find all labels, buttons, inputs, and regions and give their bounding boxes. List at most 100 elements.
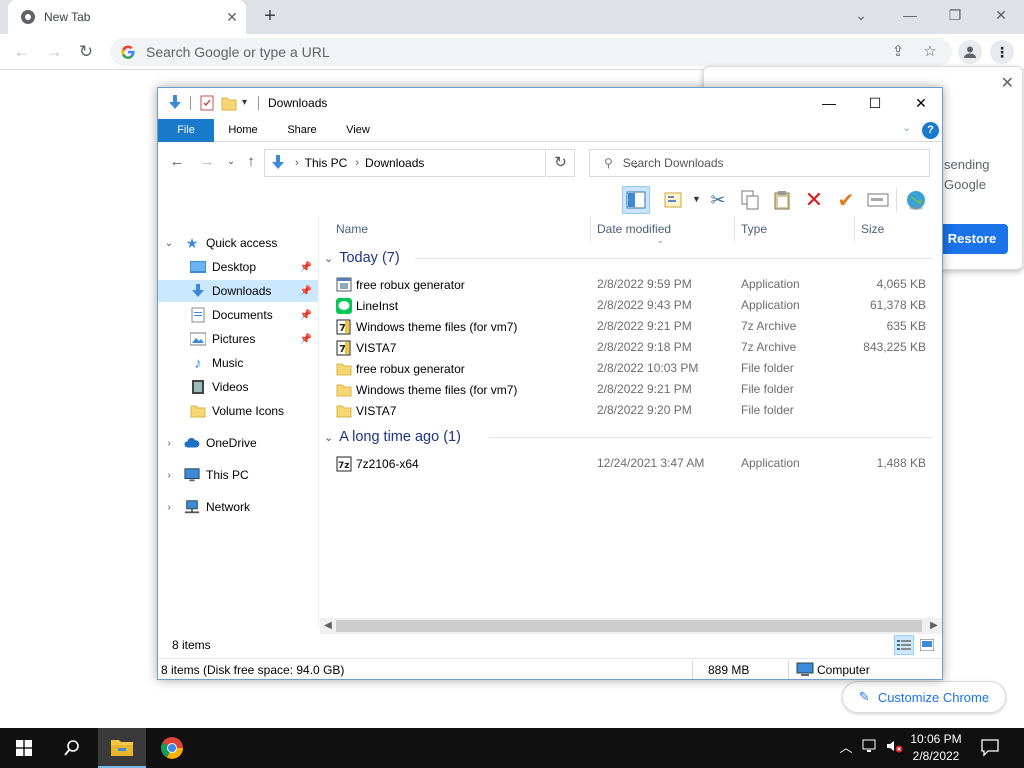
collapsed-chevron-icon[interactable]: › bbox=[164, 470, 174, 481]
search-field[interactable]: ⚲ Search Downloads bbox=[589, 149, 930, 177]
file-explorer-taskbar-button[interactable] bbox=[98, 728, 146, 768]
file-row[interactable]: 7 VISTA7 2/8/2022 9:18 PM 7z Archive 843,225… bbox=[320, 337, 942, 358]
copy-icon[interactable] bbox=[736, 186, 764, 214]
horizontal-scrollbar[interactable]: ◀ ▶ bbox=[320, 618, 942, 634]
pin-icon[interactable]: 📌 bbox=[300, 334, 312, 345]
group-header[interactable]: ⌄ Today (7) bbox=[324, 248, 400, 268]
forward-arrow-icon[interactable]: → bbox=[196, 151, 218, 173]
nav-item-documents[interactable]: Documents 📌 bbox=[158, 304, 318, 326]
tab-view[interactable]: View bbox=[336, 119, 380, 142]
recent-locations-icon[interactable]: ⌄ bbox=[220, 151, 242, 173]
restore-window-button[interactable]: ❐ bbox=[932, 4, 978, 28]
refresh-button[interactable]: ↻ bbox=[547, 149, 575, 177]
omnibox[interactable]: Search Google or type a URL bbox=[110, 38, 952, 66]
popup-close-icon[interactable]: ✕ bbox=[1001, 73, 1014, 93]
help-icon[interactable]: ? bbox=[922, 122, 939, 139]
nav-item-videos[interactable]: Videos bbox=[158, 376, 318, 398]
cut-icon[interactable]: ✂ bbox=[704, 186, 732, 214]
preview-pane-icon[interactable] bbox=[622, 186, 650, 214]
nav-item-volume-icons[interactable]: Volume Icons bbox=[158, 400, 318, 422]
paste-icon[interactable] bbox=[768, 186, 796, 214]
breadcrumb-this-pc[interactable]: This PC bbox=[305, 156, 348, 170]
minimize-button[interactable]: — bbox=[887, 4, 933, 28]
bookmark-star-icon[interactable]: ☆ bbox=[918, 40, 942, 64]
forward-button[interactable]: → bbox=[42, 40, 66, 64]
tab-close-icon[interactable]: ✕ bbox=[224, 9, 240, 25]
pin-icon[interactable]: 📌 bbox=[300, 286, 312, 297]
large-icons-view-icon[interactable] bbox=[917, 635, 937, 655]
nav-this-pc[interactable]: › This PC bbox=[158, 464, 318, 486]
nav-item-pictures[interactable]: Pictures 📌 bbox=[158, 328, 318, 350]
customize-chrome-button[interactable]: ✎ Customize Chrome bbox=[842, 681, 1006, 713]
column-header-name[interactable]: Name bbox=[330, 216, 584, 242]
properties-icon[interactable] bbox=[198, 94, 216, 112]
scroll-right-arrow-icon[interactable]: ▶ bbox=[927, 619, 941, 633]
scroll-left-arrow-icon[interactable]: ◀ bbox=[321, 619, 335, 633]
expanded-chevron-icon[interactable]: ⌄ bbox=[164, 238, 174, 249]
nav-item-music[interactable]: ♪ Music bbox=[158, 352, 318, 374]
delete-icon[interactable]: ✕ bbox=[800, 186, 828, 214]
start-button[interactable] bbox=[0, 728, 48, 768]
globe-icon[interactable] bbox=[902, 186, 930, 214]
tab-search-icon[interactable]: ⌄ bbox=[838, 4, 884, 28]
details-view-icon[interactable] bbox=[894, 635, 914, 655]
file-row[interactable]: Windows theme files (for vm7) 2/8/2022 9:… bbox=[320, 379, 942, 400]
network-tray-icon[interactable] bbox=[860, 738, 880, 758]
group-header[interactable]: ⌄ A long time ago (1) bbox=[324, 427, 461, 447]
column-header-type[interactable]: Type bbox=[735, 216, 853, 242]
qa-customize-icon[interactable]: ▾ bbox=[242, 97, 247, 108]
chrome-menu-button[interactable]: ⋮ bbox=[990, 40, 1014, 64]
restore-button[interactable]: Restore bbox=[936, 224, 1008, 254]
file-row[interactable]: LineInst 2/8/2022 9:43 PM Application 61,37… bbox=[320, 295, 942, 316]
tab-file[interactable]: File bbox=[158, 119, 214, 142]
nav-item-downloads[interactable]: Downloads 📌 bbox=[158, 280, 318, 302]
close-window-button[interactable]: ✕ bbox=[978, 4, 1024, 28]
nav-quick-access[interactable]: ⌄ ★ Quick access bbox=[158, 232, 318, 254]
chrome-taskbar-button[interactable] bbox=[148, 728, 196, 768]
file-row[interactable]: free robux generator 2/8/2022 10:03 PM Fil… bbox=[320, 358, 942, 379]
collapsed-chevron-icon[interactable]: › bbox=[164, 438, 174, 449]
address-bar[interactable]: › This PC › Downloads ⌄ bbox=[264, 149, 640, 177]
file-row[interactable]: VISTA7 2/8/2022 9:20 PM File folder bbox=[320, 400, 942, 421]
breadcrumb-chevron-icon[interactable]: › bbox=[295, 157, 299, 169]
explorer-minimize-button[interactable]: — bbox=[806, 92, 852, 114]
pin-icon[interactable]: 📌 bbox=[300, 262, 312, 273]
column-header-size[interactable]: Size bbox=[855, 216, 935, 242]
profile-button[interactable] bbox=[958, 40, 982, 64]
tab-share[interactable]: Share bbox=[278, 119, 326, 142]
rename-icon[interactable] bbox=[864, 186, 892, 214]
taskbar-clock[interactable]: 10:06 PM 2/8/2022 bbox=[906, 731, 966, 765]
search-taskbar-button[interactable] bbox=[48, 728, 96, 768]
view-dropdown-icon[interactable]: ▼ bbox=[692, 194, 701, 204]
reload-button[interactable]: ↻ bbox=[74, 40, 98, 64]
new-folder-icon[interactable] bbox=[220, 94, 238, 112]
expand-ribbon-icon[interactable]: ⌄ bbox=[902, 121, 911, 134]
volume-muted-icon[interactable] bbox=[884, 738, 904, 758]
breadcrumb-downloads[interactable]: Downloads bbox=[365, 156, 424, 170]
pin-icon[interactable]: 📌 bbox=[300, 310, 312, 321]
chrome-tab[interactable]: New Tab ✕ bbox=[8, 0, 246, 34]
tab-home[interactable]: Home bbox=[220, 119, 266, 142]
group-collapse-chevron-icon[interactable]: ⌄ bbox=[324, 431, 333, 444]
group-collapse-chevron-icon[interactable]: ⌄ bbox=[324, 252, 333, 265]
nav-onedrive[interactable]: › OneDrive bbox=[158, 432, 318, 454]
select-check-icon[interactable]: ✔ bbox=[832, 186, 860, 214]
share-icon[interactable]: ⇪ bbox=[886, 40, 910, 64]
show-hidden-icons-chevron-icon[interactable]: ︿ bbox=[836, 738, 856, 758]
new-tab-button[interactable]: + bbox=[258, 6, 282, 28]
change-view-icon[interactable] bbox=[660, 186, 688, 214]
explorer-close-button[interactable]: ✕ bbox=[898, 92, 942, 114]
explorer-maximize-button[interactable]: ☐ bbox=[852, 92, 898, 114]
notification-center-button[interactable] bbox=[980, 737, 1002, 759]
nav-network[interactable]: › Network bbox=[158, 496, 318, 518]
breadcrumb-chevron-icon[interactable]: › bbox=[355, 157, 359, 169]
nav-item-desktop[interactable]: Desktop 📌 bbox=[158, 256, 318, 278]
collapsed-chevron-icon[interactable]: › bbox=[164, 502, 174, 513]
file-row[interactable]: 7 Windows theme files (for vm7) 2/8/2022 9… bbox=[320, 316, 942, 337]
back-button[interactable]: ← bbox=[10, 40, 34, 64]
back-arrow-icon[interactable]: ← bbox=[166, 151, 188, 173]
file-row[interactable]: free robux generator 2/8/2022 9:59 PM Appl… bbox=[320, 274, 942, 295]
pane-divider[interactable] bbox=[318, 216, 319, 628]
up-arrow-icon[interactable]: ↑ bbox=[240, 151, 262, 173]
scrollbar-thumb[interactable] bbox=[336, 620, 922, 632]
